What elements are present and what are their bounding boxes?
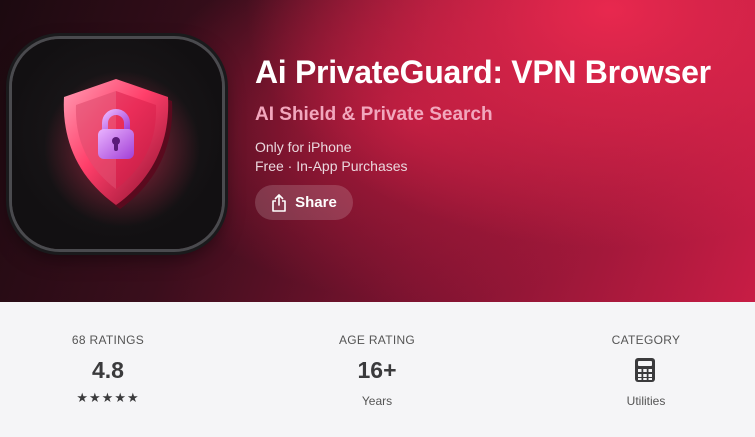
share-icon xyxy=(272,193,286,212)
calculator-icon xyxy=(635,358,655,382)
age-rating-unit: Years xyxy=(361,394,393,408)
age-rating-label: AGE RATING xyxy=(338,333,416,347)
app-stats-bar: 68 RATINGS 4.8 ★★★★★ AGE RATING 16+ Year… xyxy=(0,302,755,437)
app-subtitle: AI Shield & Private Search xyxy=(255,104,493,125)
star-rating: ★★★★★ xyxy=(76,390,140,405)
price-info: Free · In-App Purchases xyxy=(255,158,408,174)
shield-lock-icon xyxy=(44,71,200,227)
age-rating-value: 16+ xyxy=(357,357,397,383)
ratings-count-label: 68 RATINGS xyxy=(71,333,145,347)
category-label: CATEGORY xyxy=(611,333,681,347)
app-icon xyxy=(12,39,222,249)
share-label: Share xyxy=(295,194,337,211)
category-value: Utilities xyxy=(626,394,666,408)
rating-value: 4.8 xyxy=(92,357,124,383)
app-title: Ai PrivateGuard: VPN Browser xyxy=(255,54,711,90)
share-button[interactable]: Share xyxy=(255,185,353,220)
app-header-banner: Ai PrivateGuard: VPN Browser AI Shield &… xyxy=(0,0,755,302)
device-availability: Only for iPhone xyxy=(255,139,352,155)
